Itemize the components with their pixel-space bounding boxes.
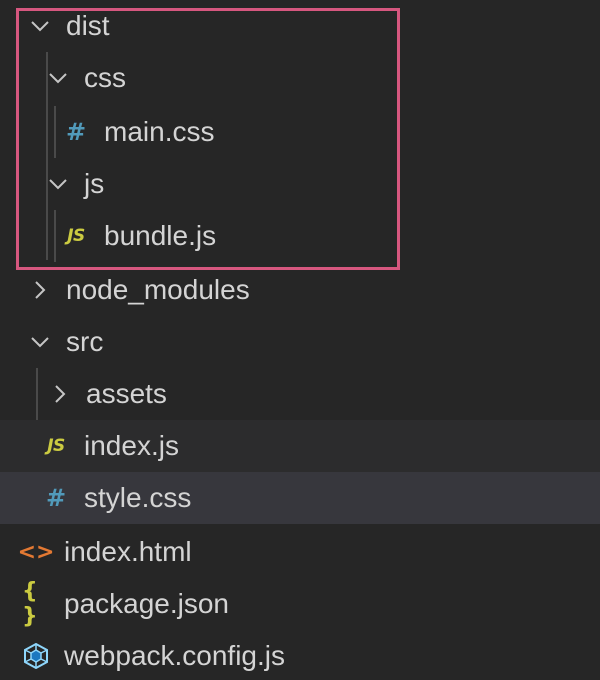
tree-item-label: css — [84, 62, 126, 93]
tree-item-label: main.css — [104, 116, 215, 147]
css-file-icon: # — [65, 118, 87, 146]
tree-item-webpack-config-js[interactable]: webpack.config.js — [0, 630, 600, 680]
tree-item-label: webpack.config.js — [64, 640, 286, 671]
tree-item-node-modules[interactable]: node_modules — [0, 264, 600, 316]
tree-item-label: index.html — [64, 536, 192, 567]
chevron-down-icon[interactable] — [28, 14, 52, 38]
tree-item-src[interactable]: src — [0, 316, 600, 368]
chevron-down-icon[interactable] — [46, 172, 70, 196]
tree-item-label: js — [84, 168, 105, 199]
js-file-icon: JS — [67, 226, 85, 246]
tree-item-label: bundle.js — [104, 220, 217, 251]
webpack-icon — [22, 642, 50, 670]
tree-item-index-js[interactable]: JS index.js — [0, 420, 600, 472]
tree-item-css-folder[interactable]: css — [0, 52, 600, 104]
tree-item-label: src — [66, 326, 104, 357]
js-file-icon: JS — [47, 436, 65, 456]
tree-item-js-folder[interactable]: js — [0, 158, 600, 210]
tree-item-label: package.json — [64, 588, 230, 619]
tree-item-label: style.css — [84, 482, 192, 513]
tree-item-package-json[interactable]: { } package.json — [0, 578, 600, 630]
tree-item-main-css[interactable]: # main.css — [0, 106, 600, 158]
tree-item-index-html[interactable]: <> index.html — [0, 526, 600, 578]
chevron-down-icon[interactable] — [28, 330, 52, 354]
tree-item-label: node_modules — [66, 274, 250, 305]
chevron-right-icon[interactable] — [48, 382, 72, 406]
tree-item-label: index.js — [84, 430, 179, 461]
chevron-right-icon[interactable] — [28, 278, 52, 302]
tree-item-label: assets — [86, 378, 167, 409]
tree-item-label: dist — [66, 10, 110, 41]
tree-item-style-css[interactable]: # style.css — [0, 472, 600, 524]
file-explorer-tree: dist css # main.css js JS bundle.js node… — [0, 0, 600, 680]
chevron-down-icon[interactable] — [46, 66, 70, 90]
tree-item-assets[interactable]: assets — [0, 368, 600, 420]
json-file-icon: { } — [22, 579, 38, 629]
css-file-icon: # — [45, 484, 67, 512]
tree-item-bundle-js[interactable]: JS bundle.js — [0, 210, 600, 262]
html-file-icon: <> — [17, 539, 55, 565]
tree-item-dist[interactable]: dist — [0, 0, 600, 52]
